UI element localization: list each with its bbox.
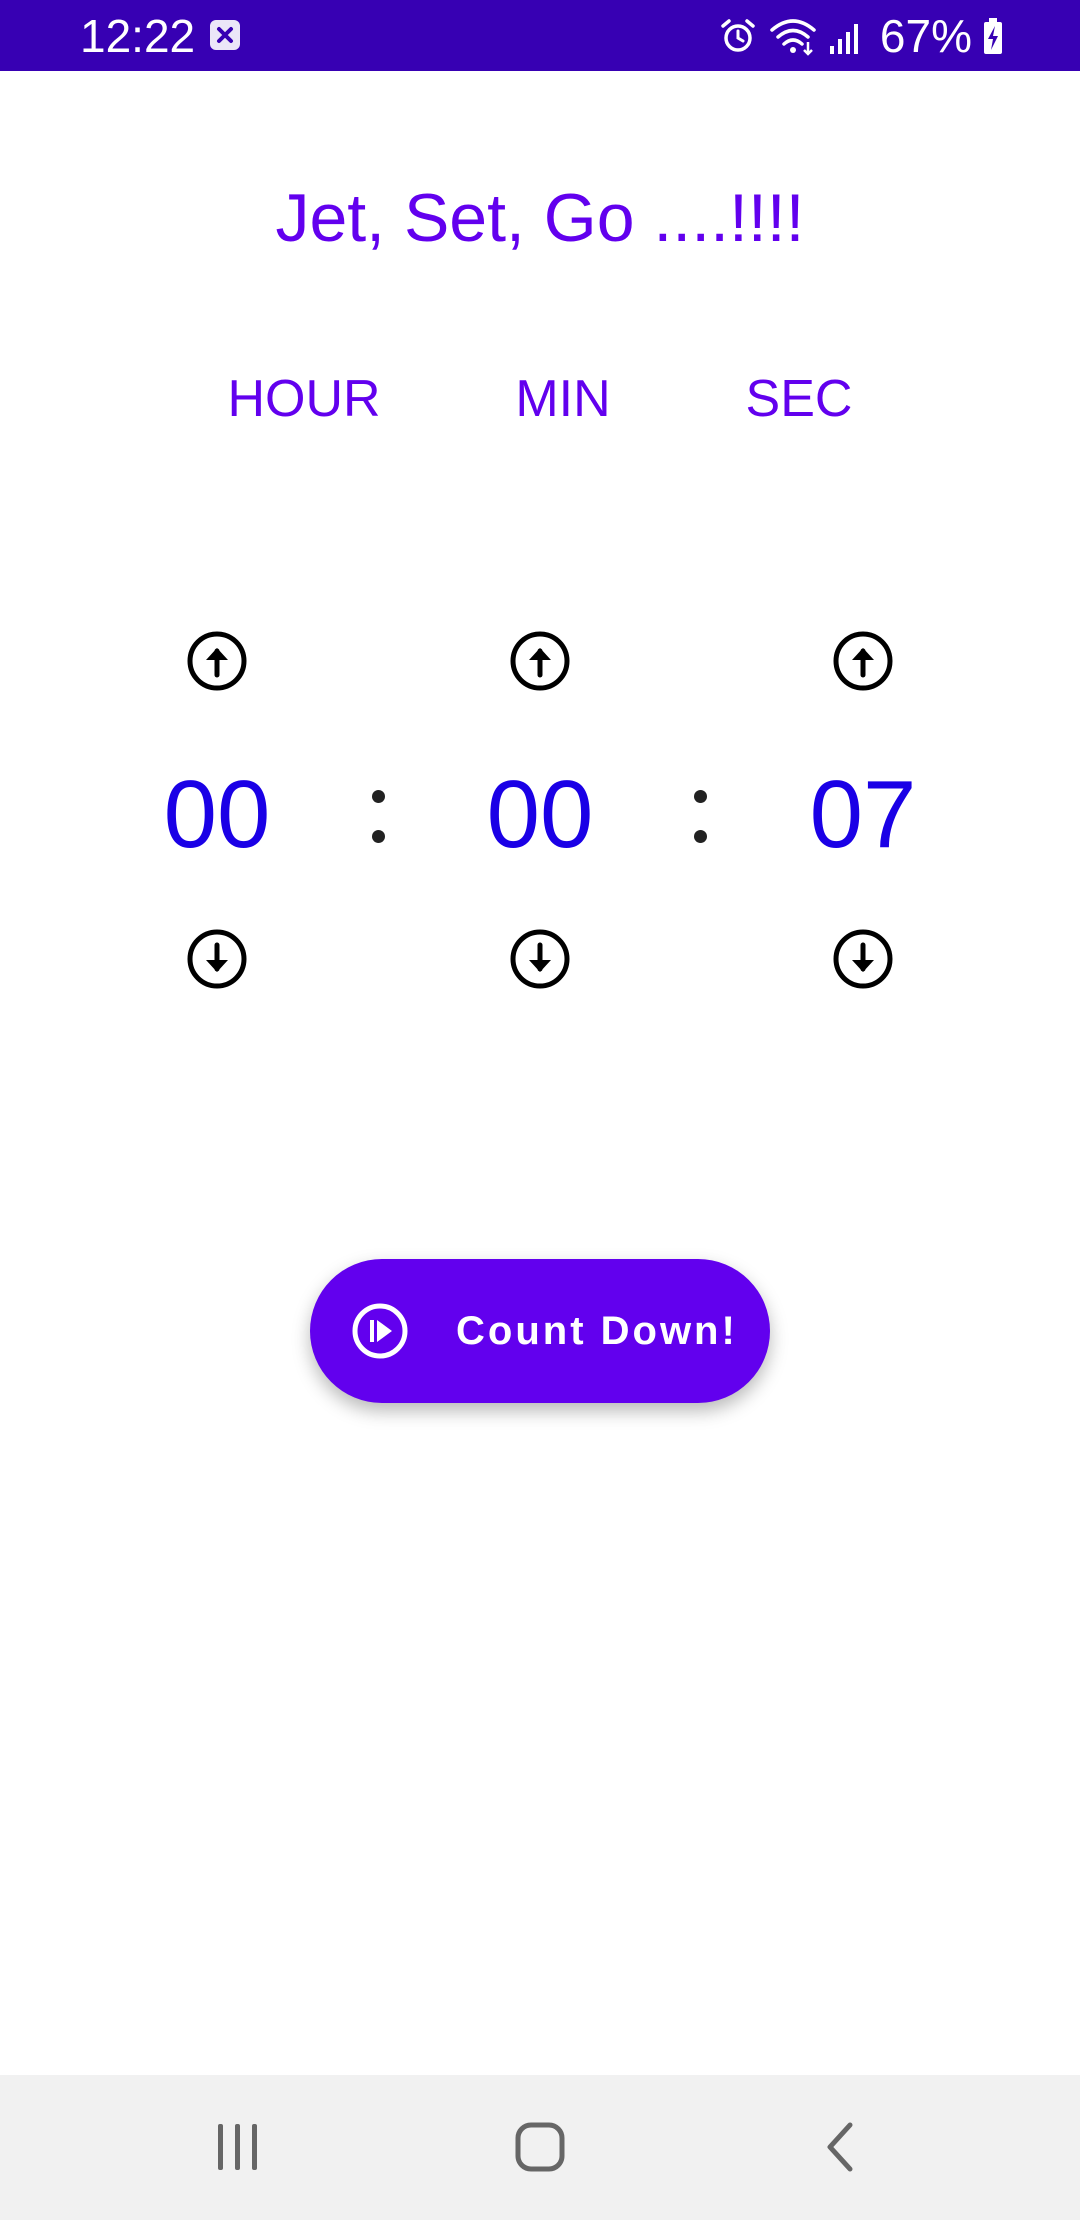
seconds-value: 07 — [809, 761, 917, 868]
minutes-value: 00 — [486, 761, 594, 868]
alarm-icon — [718, 16, 758, 56]
minute-increment-button[interactable] — [508, 629, 572, 693]
count-down-button[interactable]: Count Down! — [310, 1259, 770, 1403]
recents-icon — [218, 2124, 257, 2170]
hours-value: 00 — [163, 761, 271, 868]
home-icon — [515, 2122, 565, 2172]
arrow-down-circle-icon — [833, 929, 893, 989]
hour-label: HOUR — [227, 370, 381, 428]
hour-increment-button[interactable] — [185, 629, 249, 693]
status-time: 12:22 — [80, 10, 196, 62]
home-button[interactable] — [504, 2111, 576, 2183]
count-down-label: Count Down! — [456, 1309, 738, 1353]
arrow-up-circle-icon — [833, 631, 893, 691]
arrow-down-circle-icon — [187, 929, 247, 989]
minute-label: MIN — [515, 370, 611, 428]
time-separator — [358, 760, 398, 870]
battery-percentage: 67% — [879, 10, 972, 62]
navigation-bar — [0, 2075, 1080, 2220]
back-button[interactable] — [806, 2111, 878, 2183]
second-increment-button[interactable] — [831, 629, 895, 693]
status-bar: 12:22 67% — [0, 0, 1080, 71]
battery-charging-icon — [982, 16, 1004, 56]
recents-button[interactable] — [202, 2111, 274, 2183]
wifi-icon — [768, 16, 818, 56]
arrow-up-circle-icon — [510, 631, 570, 691]
second-decrement-button[interactable] — [831, 927, 895, 991]
page-title: Jet, Set, Go ....!!!! — [275, 180, 805, 256]
minute-decrement-button[interactable] — [508, 927, 572, 991]
arrow-down-circle-icon — [510, 929, 570, 989]
time-separator — [680, 760, 720, 870]
hour-decrement-button[interactable] — [185, 927, 249, 991]
back-icon — [827, 2122, 853, 2172]
arrow-up-circle-icon — [187, 631, 247, 691]
notification-x-icon — [208, 18, 242, 52]
second-label: SEC — [745, 370, 853, 428]
status-icons: 67% — [718, 8, 1004, 64]
play-circle-icon — [350, 1301, 410, 1361]
signal-icon — [828, 16, 864, 56]
